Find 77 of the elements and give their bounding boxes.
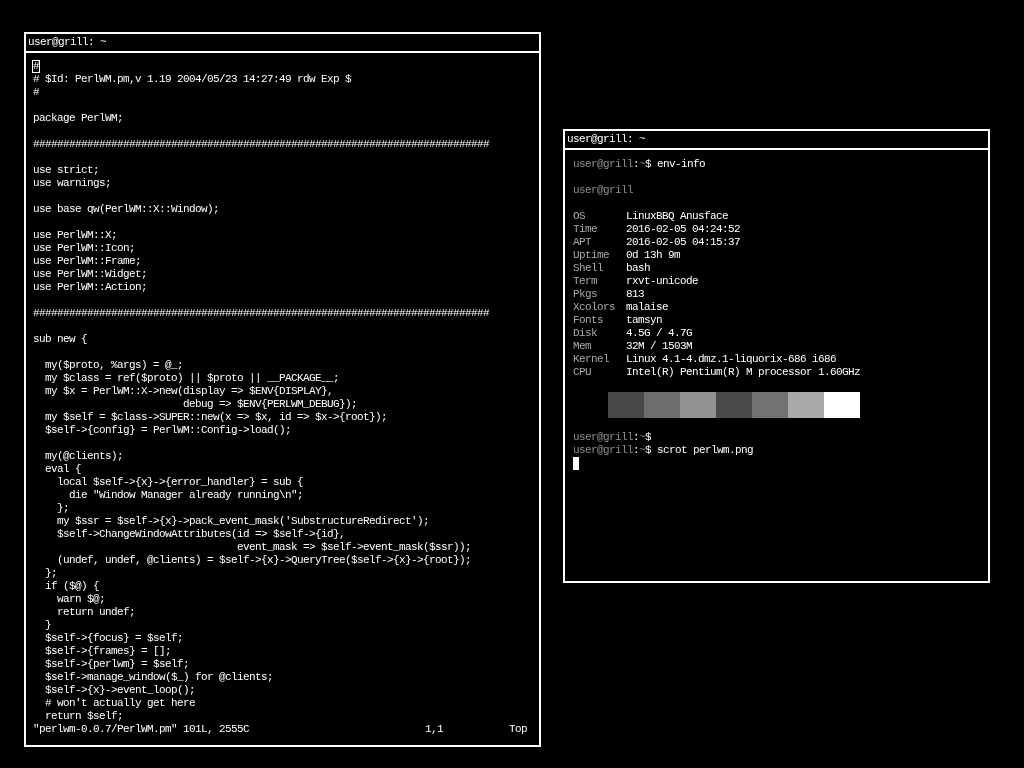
code-line: return undef; xyxy=(56,606,137,619)
code-line: use strict; xyxy=(33,164,100,177)
info-label: Fonts xyxy=(573,314,604,327)
info-value: 0d 13h 9m xyxy=(626,249,681,262)
info-value: Intel(R) Pentium(R) M processor 1.60GHz xyxy=(626,366,862,379)
info-value: 32M / 1503M xyxy=(626,340,693,353)
code-line: my($proto, %args) = @_; xyxy=(44,359,185,372)
info-label: Kernel xyxy=(573,353,610,366)
code-line: sub new { xyxy=(33,333,88,346)
code-line: $self->{perlwm} = $self; xyxy=(44,658,191,671)
info-value: bash xyxy=(626,262,651,275)
info-value: 4.5G / 4.7G xyxy=(626,327,693,340)
info-value: Linux 4.1-4.dmz.1-liquorix-686 i686 xyxy=(626,353,838,366)
code-line: # $Id: PerlWM.pm,v 1.19 2004/05/23 14:27:49 rdw Exp $ xyxy=(33,73,353,86)
window-title: user@grill: ~ xyxy=(565,131,988,150)
code-line: die "Window Manager already running\n"; xyxy=(68,489,305,502)
info-label: OS xyxy=(573,210,586,223)
file-info: "perlwm-0.0.7/PerlWM.pm" 101L, 2555C xyxy=(33,723,251,736)
info-label: Pkgs xyxy=(573,288,598,301)
info-label: Term xyxy=(573,275,598,288)
code-line: my $class = ref($proto) || $proto || __PACKAGE__; xyxy=(44,372,341,385)
code-line: debug => $ENV{PERLWM_DEBUG}); xyxy=(182,398,359,411)
code-line: package PerlWM; xyxy=(33,112,125,125)
code-line: use PerlWM::X; xyxy=(33,229,118,242)
code-line: warn $@; xyxy=(56,593,106,606)
code-line: }; xyxy=(44,567,58,580)
info-value: rxvt-unicode xyxy=(626,275,699,288)
info-label: Time xyxy=(573,223,598,236)
code-line: use PerlWM::Action; xyxy=(33,281,149,294)
info-label: Shell xyxy=(573,262,604,275)
code-line: $self->manage_window($_) for @clients; xyxy=(44,671,275,684)
code-line: my $self = $class->SUPER::new(x => $x, id => $x->{root}); xyxy=(44,411,389,424)
code-line: $self->ChangeWindowAttributes(id => $self->{id}, xyxy=(56,528,347,541)
code-line: return $self; xyxy=(44,710,125,723)
info-value: tamsyn xyxy=(626,314,663,327)
info-value: malaise xyxy=(626,301,669,314)
code-line: }; xyxy=(56,502,70,515)
code-line: eval { xyxy=(44,463,82,476)
code-line: use PerlWM::Frame; xyxy=(33,255,143,268)
info-value: 2016-02-05 04:15:37 xyxy=(626,236,742,249)
code-line: # xyxy=(33,60,40,73)
info-value: LinuxBBQ Anusface xyxy=(626,210,730,223)
code-line: ############################################################################ xyxy=(33,307,491,320)
code-line: (undef, undef, @clients) = $self->{x}->QueryTree($self->{x}->{root}); xyxy=(56,554,473,567)
info-value: 813 xyxy=(626,288,645,301)
code-line: $self->{x}->event_loop(); xyxy=(44,684,197,697)
hostname-text: user@grill xyxy=(573,184,634,197)
code-line: my $x = PerlWM::X->new(display => $ENV{DISPLAY}, xyxy=(44,385,335,398)
code-line: use PerlWM::Icon; xyxy=(33,242,137,255)
info-label: Mem xyxy=(573,340,592,353)
code-line: if ($@) { xyxy=(44,580,100,593)
code-line: $self->{focus} = $self; xyxy=(44,632,185,645)
code-line: $self->{config} = PerlWM::Config->load(); xyxy=(44,424,293,437)
scroll-position: Top xyxy=(509,723,527,736)
code-line: use PerlWM::Widget; xyxy=(33,268,149,281)
code-line: event_mask => $self->event_mask($ssr)); xyxy=(236,541,473,554)
window-title: user@grill: ~ xyxy=(26,34,539,53)
cursor-position: 1,1 xyxy=(425,723,444,736)
info-label: Disk xyxy=(573,327,598,340)
command-line: user@grill:~$ scrot perlwm.png xyxy=(573,444,755,457)
code-line: use base qw(PerlWM::X::Window); xyxy=(33,203,221,216)
code-line: local $self->{x}->{error_handler} = sub { xyxy=(56,476,305,489)
code-line: my(@clients); xyxy=(44,450,125,463)
code-line: my $ssr = $self->{x}->pack_event_mask('SubstructureRedirect'); xyxy=(56,515,431,528)
command-line: user@grill:~$ env-info xyxy=(573,158,707,171)
info-value: 2016-02-05 04:24:52 xyxy=(626,223,742,236)
code-line: ############################################################################ xyxy=(33,138,491,151)
info-label: CPU xyxy=(573,366,592,379)
code-line: # won't actually get here xyxy=(44,697,197,710)
code-line: use warnings; xyxy=(33,177,112,190)
info-label: APT xyxy=(573,236,592,249)
code-line: $self->{frames} = []; xyxy=(44,645,173,658)
code-line: } xyxy=(44,619,52,632)
info-label: Xcolors xyxy=(573,301,616,314)
info-label: Uptime xyxy=(573,249,610,262)
code-line: # xyxy=(33,86,40,99)
command-line: user@grill:~$ xyxy=(573,431,653,444)
